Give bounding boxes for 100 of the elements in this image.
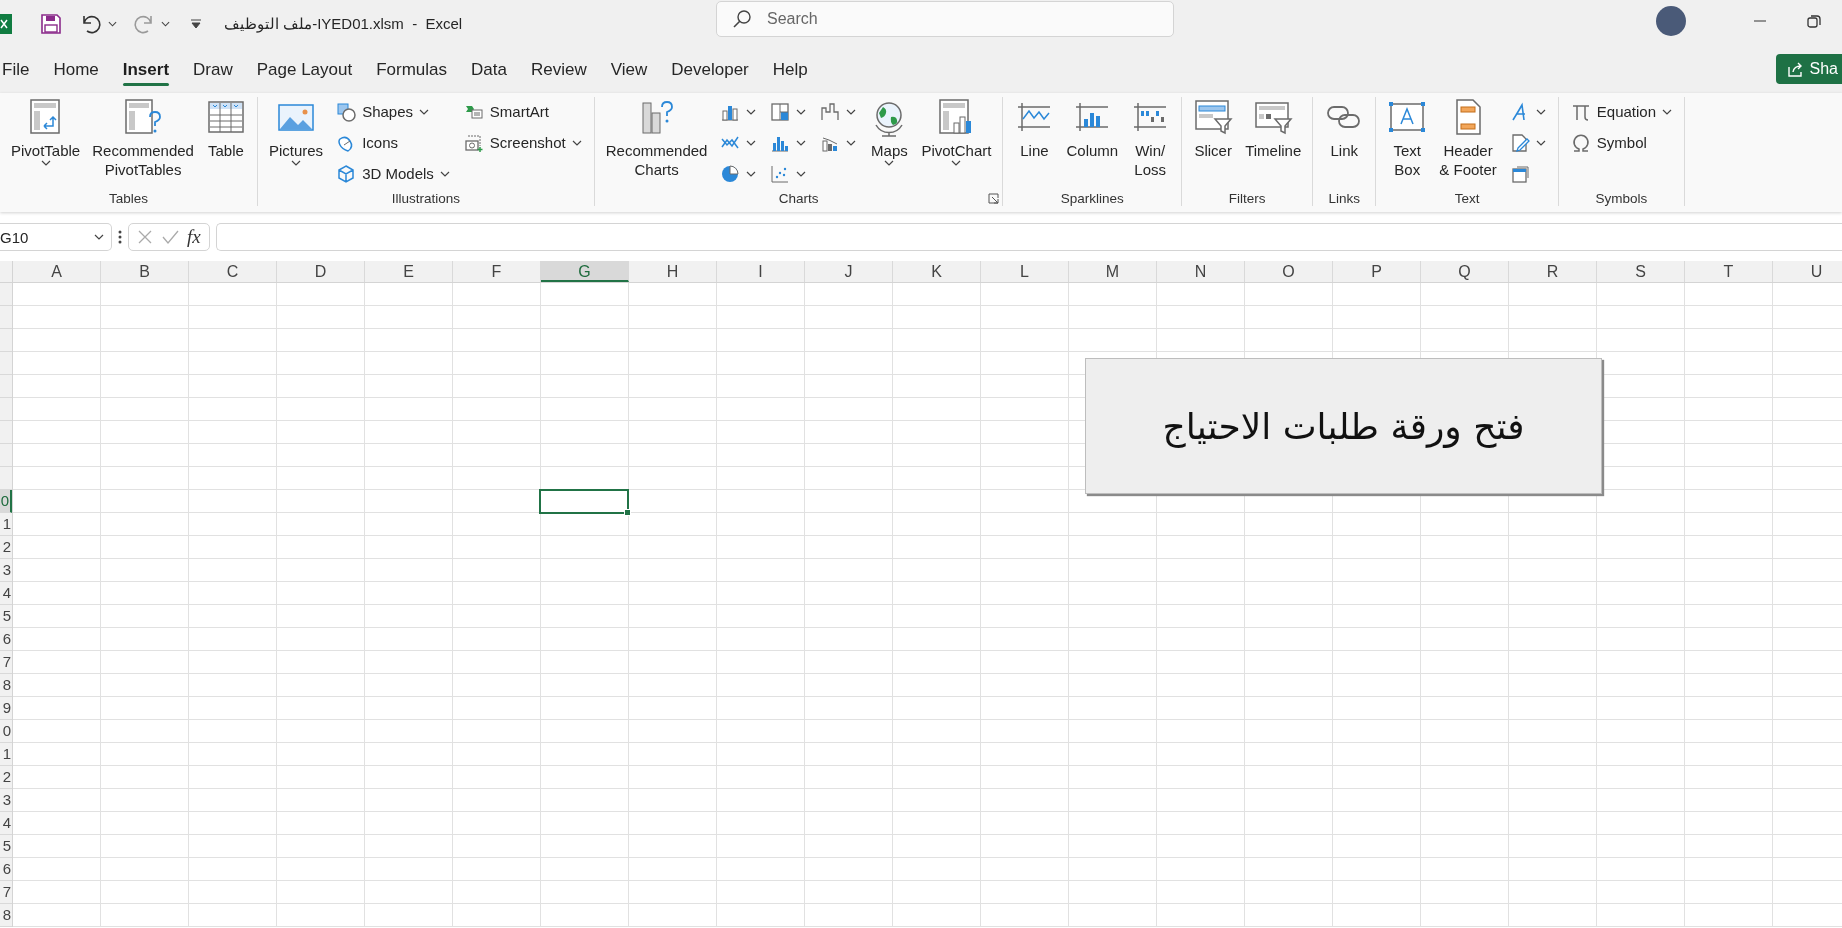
ribbon-button[interactable]: 3D Models bbox=[334, 159, 452, 188]
save-icon[interactable] bbox=[40, 12, 62, 35]
letter-heading[interactable]: C bbox=[189, 261, 277, 282]
group-label: Charts bbox=[778, 191, 819, 206]
caret-icon bbox=[419, 108, 429, 115]
name-box[interactable]: G10 bbox=[0, 223, 112, 251]
letter-heading[interactable]: B bbox=[101, 261, 189, 282]
ribbon-button[interactable]: Timeline bbox=[1240, 97, 1307, 160]
ribbon-button[interactable]: Screenshot bbox=[461, 128, 584, 157]
cell-grid[interactable] bbox=[13, 283, 1842, 927]
letter-heading[interactable]: E bbox=[365, 261, 453, 282]
caret-icon bbox=[746, 139, 757, 146]
selected-cell[interactable] bbox=[539, 489, 629, 514]
ribbon-button[interactable]: Equation bbox=[1568, 97, 1675, 126]
ribbon-tab[interactable]: Home bbox=[41, 54, 111, 86]
ribbon-button[interactable]: Maps bbox=[864, 97, 915, 170]
cell-reference: G10 bbox=[0, 228, 29, 246]
row-header[interactable]: 3 bbox=[0, 789, 12, 812]
caret-icon bbox=[291, 160, 302, 166]
avatar[interactable] bbox=[1656, 6, 1686, 36]
pivot-table-question-icon bbox=[123, 97, 164, 137]
ribbon-button[interactable]: Win/ Loss bbox=[1125, 97, 1176, 179]
row-header[interactable]: 7 bbox=[0, 651, 12, 674]
ribbon-button[interactable]: Header & Footer bbox=[1434, 97, 1502, 179]
row-header[interactable]: 8 bbox=[0, 904, 12, 927]
ribbon-tab[interactable]: Help bbox=[760, 54, 820, 86]
row-header[interactable]: 9 bbox=[0, 697, 12, 720]
letter-heading[interactable]: I bbox=[717, 261, 805, 282]
ribbon-button[interactable]: Icons bbox=[334, 128, 452, 157]
letter-heading[interactable]: S bbox=[1597, 261, 1685, 282]
caret-icon bbox=[108, 20, 117, 27]
ribbon-button[interactable]: Column bbox=[1061, 97, 1124, 160]
ribbon-button[interactable]: Symbol bbox=[1568, 128, 1675, 157]
row-header[interactable]: 0 bbox=[0, 490, 12, 513]
letter-heading[interactable]: D bbox=[277, 261, 365, 282]
row-header[interactable]: 4 bbox=[0, 582, 12, 605]
letter-heading[interactable]: Q bbox=[1421, 261, 1509, 282]
ribbon-button[interactable]: PivotChart bbox=[916, 97, 997, 170]
letter-heading[interactable]: N bbox=[1157, 261, 1245, 282]
row-header[interactable]: 6 bbox=[0, 628, 12, 651]
letter-heading[interactable]: H bbox=[629, 261, 717, 282]
letter-heading[interactable]: K bbox=[893, 261, 981, 282]
letter-heading[interactable]: O bbox=[1245, 261, 1333, 282]
letter-heading[interactable]: L bbox=[981, 261, 1069, 282]
letter-heading[interactable]: R bbox=[1509, 261, 1597, 282]
row-header[interactable]: 7 bbox=[0, 881, 12, 904]
row-header[interactable]: 5 bbox=[0, 835, 12, 858]
formula-field[interactable] bbox=[215, 223, 1842, 251]
check-icon[interactable] bbox=[161, 229, 179, 245]
caret-icon bbox=[1662, 108, 1673, 115]
row-header[interactable]: 1 bbox=[0, 513, 12, 536]
ribbon-button[interactable]: Shapes bbox=[334, 97, 452, 126]
ribbon-button[interactable]: Text Box bbox=[1382, 97, 1433, 179]
ribbon-tab[interactable]: Data bbox=[459, 54, 519, 86]
letter-heading[interactable]: J bbox=[805, 261, 893, 282]
ribbon-tab[interactable]: Developer bbox=[659, 54, 761, 86]
ribbon-button[interactable]: Pictures bbox=[263, 97, 329, 170]
share-button[interactable]: Sha bbox=[1775, 54, 1842, 84]
ribbon-tab[interactable]: Review bbox=[519, 54, 599, 86]
row-header[interactable]: 2 bbox=[0, 536, 12, 559]
ribbon-button[interactable]: SmartArt bbox=[461, 97, 584, 126]
ribbon-button[interactable]: Link bbox=[1319, 97, 1370, 160]
ribbon-button[interactable]: PivotTable bbox=[6, 97, 86, 170]
letter-heading[interactable]: A bbox=[13, 261, 101, 282]
search-field[interactable]: Search bbox=[716, 1, 1174, 37]
customize-toolbar-icon[interactable] bbox=[190, 17, 202, 30]
group-label: Illustrations bbox=[391, 191, 460, 206]
letter-heading[interactable]: T bbox=[1685, 261, 1773, 282]
spreadsheet-logo-icon[interactable] bbox=[0, 13, 12, 34]
dialog-launcher-icon[interactable] bbox=[988, 193, 1000, 204]
ribbon-tab[interactable]: Formulas bbox=[364, 54, 460, 86]
caret-icon bbox=[796, 108, 807, 115]
letter-heading[interactable]: P bbox=[1333, 261, 1421, 282]
ribbon-button[interactable]: Table bbox=[200, 97, 251, 160]
row-header[interactable]: 1 bbox=[0, 743, 12, 766]
row-header[interactable]: 5 bbox=[0, 605, 12, 628]
row-header[interactable]: 6 bbox=[0, 858, 12, 881]
letter-heading[interactable]: M bbox=[1069, 261, 1157, 282]
row-header[interactable]: 4 bbox=[0, 812, 12, 835]
ribbon-button[interactable]: Recommended PivotTables bbox=[87, 97, 199, 179]
row-header[interactable]: 2 bbox=[0, 766, 12, 789]
caret-icon bbox=[40, 160, 51, 166]
insert-function-button[interactable]: fx bbox=[187, 226, 201, 248]
ribbon-button[interactable]: Recommended Charts bbox=[600, 97, 713, 179]
row-header[interactable]: 3 bbox=[0, 559, 12, 582]
letter-heading[interactable]: G bbox=[541, 261, 629, 282]
ribbon-button[interactable]: Slicer bbox=[1188, 97, 1239, 160]
row-header[interactable]: 0 bbox=[0, 720, 12, 743]
ribbon-tab[interactable]: Insert bbox=[110, 54, 182, 86]
ribbon-tab[interactable]: View bbox=[598, 54, 660, 86]
ribbon-tab[interactable]: Draw bbox=[181, 54, 245, 86]
row-header[interactable]: 8 bbox=[0, 674, 12, 697]
letter-heading[interactable]: U bbox=[1773, 261, 1842, 282]
restore-icon[interactable] bbox=[1806, 13, 1822, 29]
ribbon-tab[interactable]: Page Layout bbox=[244, 54, 365, 86]
caret-icon bbox=[796, 170, 807, 177]
ribbon-button[interactable]: Line bbox=[1009, 97, 1060, 160]
more-options-icon[interactable] bbox=[118, 229, 122, 245]
ribbon-tab[interactable]: File bbox=[0, 54, 42, 86]
macro-button[interactable]: فتح ورقة طلبات الاحتياج bbox=[1085, 358, 1602, 494]
